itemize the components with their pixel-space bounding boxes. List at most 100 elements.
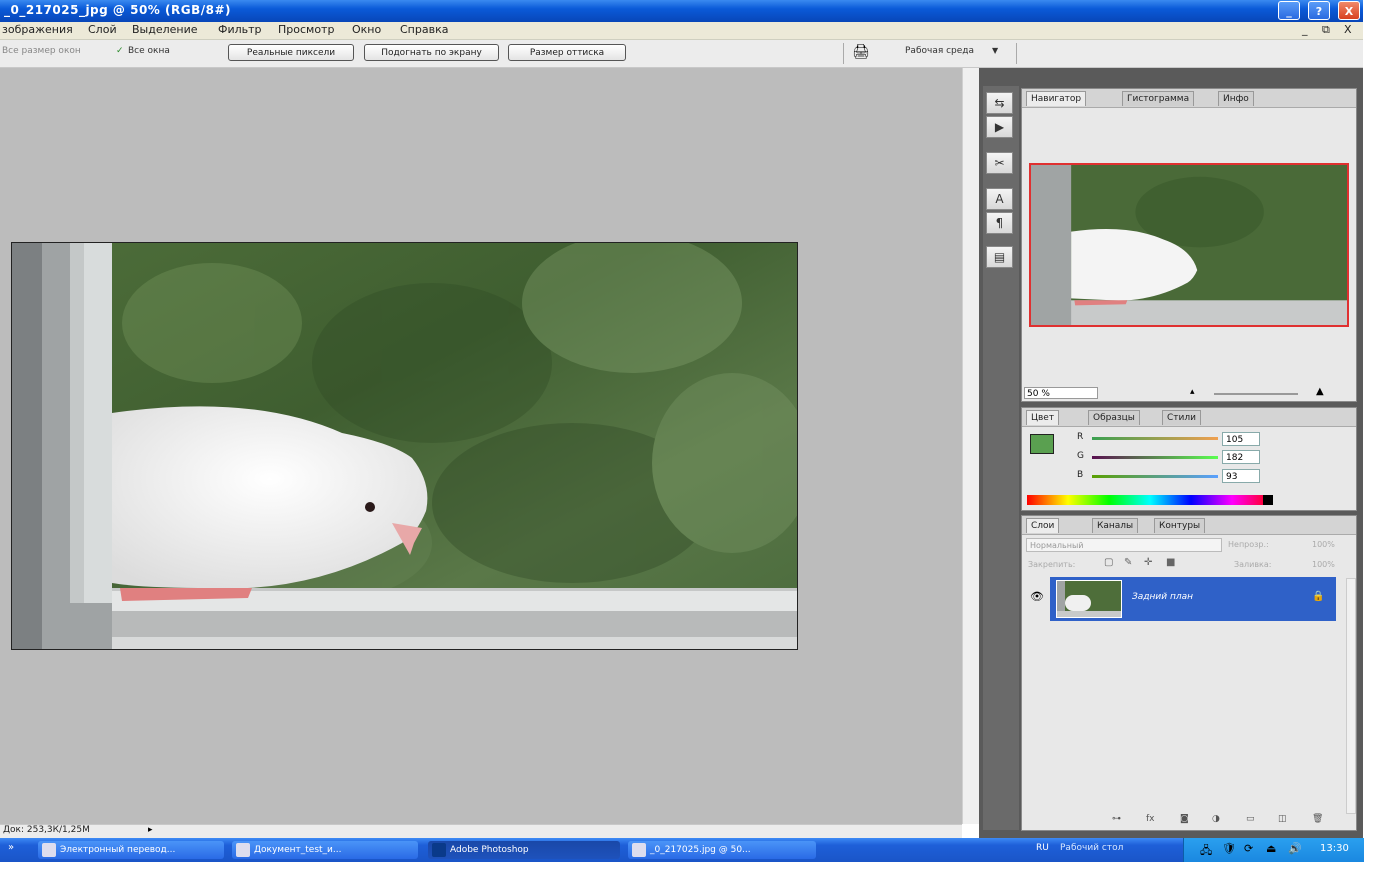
task-image[interactable]: _0_217025.jpg @ 50... [628, 841, 816, 859]
all-windows-label[interactable]: Все окна [128, 46, 170, 56]
task-browser[interactable]: Электронный перевод... [38, 841, 224, 859]
color-tabs: Цвет Образцы Стили [1022, 408, 1356, 427]
canvas-vertical-scrollbar[interactable] [962, 68, 980, 824]
trash-icon[interactable]: 🗑 [1312, 814, 1323, 824]
green-slider[interactable] [1092, 456, 1218, 459]
lock-transparent-icon[interactable]: ▢ [1104, 557, 1113, 568]
antivirus-icon[interactable]: 🛡 [1222, 842, 1236, 855]
layer-row-background[interactable]: Задний план 🔒 [1050, 577, 1336, 621]
red-slider[interactable] [1092, 437, 1218, 440]
tab-channels[interactable]: Каналы [1092, 518, 1139, 533]
task-document[interactable]: Документ_test_и... [232, 841, 418, 859]
language-indicator[interactable]: RU [1036, 843, 1049, 853]
menu-filter[interactable]: Фильтр [218, 23, 262, 36]
lock-image-icon[interactable]: ✎ [1124, 557, 1132, 568]
lock-all-icon[interactable]: ■ [1166, 557, 1175, 568]
actual-pixels-button[interactable]: Реальные пиксели [228, 44, 354, 61]
menu-view[interactable]: Просмотр [278, 23, 334, 36]
fx-icon[interactable]: fx [1146, 814, 1155, 824]
doc-restore-button[interactable]: ⧉ [1322, 23, 1330, 37]
toolbar-divider-2 [1016, 43, 1017, 64]
fill-value[interactable]: 100% [1312, 560, 1335, 569]
layers-scrollbar[interactable] [1346, 578, 1356, 814]
image-icon [632, 843, 646, 857]
character-icon[interactable]: A [986, 188, 1013, 210]
menu-image[interactable]: зображения [2, 23, 73, 36]
clock[interactable]: 13:30 [1320, 843, 1349, 854]
history-icon[interactable]: ⇆ [986, 92, 1013, 114]
adjustment-icon[interactable]: ◑ [1212, 814, 1220, 824]
photoshop-icon [432, 843, 446, 857]
safely-remove-icon[interactable]: ⏏ [1266, 842, 1276, 855]
mask-icon[interactable]: ◙ [1180, 814, 1189, 824]
volume-icon[interactable]: 🔊 [1288, 842, 1302, 855]
tab-color[interactable]: Цвет [1026, 410, 1060, 425]
task-photoshop-label: Adobe Photoshop [450, 845, 529, 855]
zoom-slider[interactable] [1214, 393, 1298, 395]
tab-navigator[interactable]: Навигатор [1026, 91, 1087, 106]
tab-paths[interactable]: Контуры [1154, 518, 1206, 533]
red-value-field[interactable]: 105 [1222, 432, 1260, 446]
layer-thumbnail [1056, 580, 1122, 618]
workspace-menu[interactable]: Рабочая среда [905, 46, 974, 56]
new-layer-icon[interactable]: ◫ [1278, 814, 1287, 824]
tab-histogram[interactable]: Гистограмма [1122, 91, 1195, 106]
tab-styles[interactable]: Стили [1162, 410, 1201, 425]
tab-info[interactable]: Инфо [1218, 91, 1254, 106]
green-label: G [1077, 451, 1084, 461]
doc-close-button[interactable]: X [1344, 23, 1352, 36]
menu-window[interactable]: Окно [352, 23, 381, 36]
paragraph-icon[interactable]: ¶ [986, 212, 1013, 234]
link-layers-icon[interactable]: ⊶ [1112, 814, 1121, 824]
minimize-button[interactable]: _ [1278, 1, 1300, 20]
blue-slider[interactable] [1092, 475, 1218, 478]
windows-taskbar: » Электронный перевод... Документ_test_и… [0, 838, 1364, 862]
menu-layer[interactable]: Слой [88, 23, 117, 36]
lock-position-icon[interactable]: ✛ [1144, 557, 1152, 568]
status-menu-arrow-icon[interactable]: ▸ [148, 825, 153, 835]
green-value-field[interactable]: 182 [1222, 450, 1260, 464]
toolbar-divider [843, 43, 844, 64]
network-icon[interactable]: 🖧 [1200, 842, 1212, 861]
zoom-field[interactable]: 50 % [1024, 387, 1098, 399]
opacity-value[interactable]: 100% [1312, 540, 1335, 549]
browser-icon [42, 843, 56, 857]
tab-swatches[interactable]: Образцы [1088, 410, 1140, 425]
spectrum-black-swatch[interactable] [1263, 495, 1273, 505]
task-photoshop[interactable]: Adobe Photoshop [428, 841, 620, 859]
menu-select[interactable]: Выделение [132, 23, 198, 36]
actions-icon[interactable]: ▶ [986, 116, 1013, 138]
bridge-icon[interactable]: 🖨 [852, 44, 870, 60]
zoom-out-icon[interactable]: ▴ [1190, 387, 1195, 397]
update-icon[interactable]: ⟳ [1244, 842, 1253, 855]
group-icon[interactable]: ▭ [1246, 814, 1255, 824]
fit-screen-button[interactable]: Подогнать по экрану [364, 44, 499, 61]
blend-mode-select[interactable]: Нормальный [1026, 538, 1222, 552]
layers-tabs: Слои Каналы Контуры [1022, 516, 1356, 535]
lock-icon: 🔒 [1312, 591, 1325, 602]
quick-launch-chevron-icon[interactable]: » [8, 842, 14, 853]
resize-windows-label: Все размер окон [2, 46, 81, 56]
help-button[interactable]: ? [1308, 1, 1330, 20]
doc-minimize-button[interactable]: _ [1302, 23, 1308, 36]
document-image[interactable] [11, 242, 798, 650]
navigator-thumbnail[interactable] [1029, 163, 1349, 327]
task-browser-label: Электронный перевод... [60, 845, 176, 855]
menu-help[interactable]: Справка [400, 23, 448, 36]
system-tray: 🖧 🛡 ⟳ ⏏ 🔊 13:30 [1183, 838, 1364, 862]
chevron-down-icon[interactable]: ▼ [992, 46, 998, 55]
layer-comps-icon[interactable]: ▤ [986, 246, 1013, 268]
close-button[interactable]: X [1338, 1, 1360, 20]
layer-name[interactable]: Задний план [1132, 592, 1193, 602]
eye-icon[interactable]: 👁 [1030, 590, 1044, 603]
color-spectrum-bar[interactable] [1027, 495, 1273, 505]
tab-layers[interactable]: Слои [1026, 518, 1060, 533]
print-size-button[interactable]: Размер оттиска [508, 44, 626, 61]
foreground-color-swatch[interactable] [1030, 434, 1054, 454]
zoom-in-icon[interactable]: ▲ [1316, 386, 1324, 397]
desktop-toolbar[interactable]: Рабочий стол [1060, 843, 1123, 853]
checkmark-icon[interactable]: ✓ [116, 46, 124, 56]
tool-presets-icon[interactable]: ✂ [986, 152, 1013, 174]
blue-value-field[interactable]: 93 [1222, 469, 1260, 483]
color-panel: Цвет Образцы Стили R G B 105 182 93 [1021, 407, 1357, 511]
